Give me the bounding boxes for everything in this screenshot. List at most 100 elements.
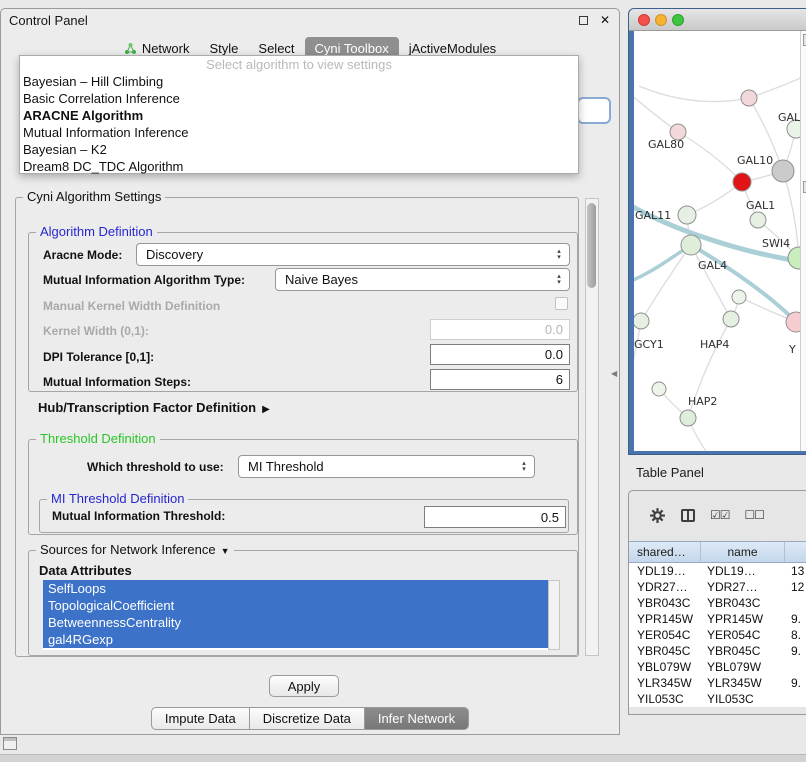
zoom-traffic-light[interactable] bbox=[672, 14, 684, 26]
network-scrollbar[interactable] bbox=[800, 31, 806, 451]
node-label: GAL1 bbox=[746, 199, 775, 212]
cyni-bottom-tabbar: Impute Data Discretize Data Infer Networ… bbox=[1, 707, 619, 730]
table-row[interactable]: YDR27…YDR27…12 bbox=[629, 579, 806, 595]
cell: YBR043C bbox=[701, 595, 785, 611]
minimize-traffic-light[interactable] bbox=[655, 14, 667, 26]
cyni-settings-group: Cyni Algorithm Settings Algorithm Defini… bbox=[15, 197, 579, 657]
tab-impute-data[interactable]: Impute Data bbox=[151, 707, 250, 730]
status-strip bbox=[0, 754, 806, 762]
node-label: GAL10 bbox=[737, 154, 773, 167]
cell: YBR045C bbox=[629, 643, 701, 659]
table-row[interactable]: YBR045CYBR045C9. bbox=[629, 643, 806, 659]
network-node-red[interactable] bbox=[733, 173, 751, 191]
columns-icon[interactable] bbox=[681, 509, 695, 522]
attribute-item-selected[interactable]: SelfLoops bbox=[43, 580, 548, 597]
panel-collapse-arrow-icon[interactable]: ◀ bbox=[611, 369, 617, 378]
network-node-gcy1[interactable] bbox=[634, 313, 649, 329]
attribute-item-selected[interactable]: gal4RGexp bbox=[43, 631, 548, 648]
network-node[interactable] bbox=[652, 382, 666, 396]
tab-label: Cyni Toolbox bbox=[315, 41, 389, 56]
network-node-hap4[interactable] bbox=[723, 311, 739, 327]
attributes-list-scrollbar[interactable] bbox=[548, 580, 560, 650]
cell: YIL053C bbox=[701, 691, 785, 707]
hub-tf-section-toggle[interactable]: Hub/Transcription Factor Definition▶ bbox=[38, 400, 270, 415]
sources-title: Sources for Network Inference bbox=[40, 542, 216, 557]
manual-kernel-checkbox[interactable] bbox=[555, 297, 568, 310]
cell: 9. bbox=[785, 611, 806, 627]
float-window-icon[interactable] bbox=[579, 16, 588, 25]
field-value: 6 bbox=[556, 372, 563, 387]
network-canvas[interactable]: GAL GAL80 GAL10 GAL11 GAL1 GAL4 SWI4 GCY… bbox=[634, 31, 806, 451]
column-header-shared-name[interactable]: shared… bbox=[629, 542, 701, 562]
cell: YDL19… bbox=[701, 563, 785, 579]
sources-section-toggle[interactable]: Sources for Network Inference▼ bbox=[36, 542, 234, 557]
dropdown-option[interactable]: Bayesian – Hill Climbing bbox=[20, 73, 578, 90]
tab-discretize-data[interactable]: Discretize Data bbox=[249, 707, 365, 730]
scrollbar-thumb[interactable] bbox=[587, 203, 596, 288]
cell: YIL053C bbox=[629, 691, 701, 707]
dropdown-option[interactable]: Bayesian – K2 bbox=[20, 141, 578, 158]
cell: YDL19… bbox=[629, 563, 701, 579]
kernel-width-field: 0.0 bbox=[430, 319, 570, 340]
algorithm-combobox-fragment[interactable] bbox=[577, 97, 611, 124]
table-row[interactable]: YBR043CYBR043C bbox=[629, 595, 806, 611]
mi-threshold-group: MI Threshold Definition Mutual Informati… bbox=[39, 499, 569, 533]
cell: YBL079W bbox=[629, 659, 701, 675]
cell: 13 bbox=[785, 563, 806, 579]
dropdown-option[interactable]: Mutual Information Inference bbox=[20, 124, 578, 141]
apply-button[interactable]: Apply bbox=[269, 675, 339, 697]
aracne-mode-combobox[interactable]: Discovery ▴▾ bbox=[136, 243, 570, 266]
algorithm-dropdown-popup: Select algorithm to view settings Bayesi… bbox=[19, 55, 579, 174]
close-icon[interactable]: ✕ bbox=[600, 13, 610, 27]
close-traffic-light[interactable] bbox=[638, 14, 650, 26]
attribute-item-selected[interactable]: BetweennessCentrality bbox=[43, 614, 548, 631]
mi-steps-label: Mutual Information Steps: bbox=[43, 375, 191, 389]
dropdown-option[interactable]: Dream8 DC_TDC Algorithm bbox=[20, 158, 578, 175]
tab-label: Network bbox=[142, 41, 190, 56]
which-threshold-combobox[interactable]: MI Threshold ▴▾ bbox=[238, 455, 535, 478]
table-row[interactable]: YDL19…YDL19…13 bbox=[629, 563, 806, 579]
network-node-hap2[interactable] bbox=[680, 410, 696, 426]
kernel-width-label: Kernel Width (0,1): bbox=[43, 324, 149, 338]
cell: YDR27… bbox=[701, 579, 785, 595]
table-panel-label: Table Panel bbox=[636, 465, 704, 480]
network-view-window: GAL GAL80 GAL10 GAL11 GAL1 GAL4 SWI4 GCY… bbox=[628, 8, 806, 455]
network-node[interactable] bbox=[741, 90, 757, 106]
network-node-gal11[interactable] bbox=[678, 206, 696, 224]
desktop: Control Panel ✕ Network Style Select Cyn… bbox=[0, 0, 806, 762]
table-row[interactable]: YER054CYER054C8. bbox=[629, 627, 806, 643]
combobox-value: Discovery bbox=[137, 247, 552, 262]
network-node[interactable] bbox=[732, 290, 746, 304]
dropdown-option[interactable]: Basic Correlation Inference bbox=[20, 90, 578, 107]
attribute-item-selected[interactable]: TopologicalCoefficient bbox=[43, 597, 548, 614]
network-node-gal4[interactable] bbox=[681, 235, 701, 255]
table-row[interactable]: YIL053CYIL053C bbox=[629, 691, 806, 707]
deselect-all-checkboxes-icon[interactable]: ☐☐ bbox=[745, 508, 765, 522]
manual-kernel-label: Manual Kernel Width Definition bbox=[43, 299, 220, 313]
cell: 12 bbox=[785, 579, 806, 595]
mi-type-combobox[interactable]: Naive Bayes ▴▾ bbox=[275, 268, 570, 291]
threshold-definition-group: Threshold Definition Which threshold to … bbox=[28, 439, 578, 535]
select-all-checkboxes-icon[interactable]: ☑☑ bbox=[710, 508, 730, 522]
tab-infer-network[interactable]: Infer Network bbox=[364, 707, 469, 730]
cell: YBL079W bbox=[701, 659, 785, 675]
table-row[interactable]: YLR345WYLR345W9. bbox=[629, 675, 806, 691]
settings-scrollbar[interactable] bbox=[585, 198, 599, 656]
dpi-tolerance-field[interactable]: 0.0 bbox=[430, 344, 570, 365]
node-label: GAL80 bbox=[648, 138, 684, 151]
mi-threshold-field[interactable]: 0.5 bbox=[424, 506, 566, 528]
table-row[interactable]: YBL079WYBL079W bbox=[629, 659, 806, 675]
network-node-gal10[interactable] bbox=[772, 160, 794, 182]
hub-tf-label: Hub/Transcription Factor Definition bbox=[38, 400, 256, 415]
minimized-panel-icon[interactable] bbox=[3, 737, 17, 750]
cell: YLR345W bbox=[701, 675, 785, 691]
algorithm-definition-group: Algorithm Definition Aracne Mode: Discov… bbox=[28, 232, 578, 392]
network-node-gal1[interactable] bbox=[750, 212, 766, 228]
mi-steps-field[interactable]: 6 bbox=[430, 369, 570, 390]
column-header-extra[interactable] bbox=[785, 542, 806, 562]
gear-icon[interactable] bbox=[649, 507, 666, 524]
node-label: GAL11 bbox=[635, 209, 671, 222]
column-header-name[interactable]: name bbox=[701, 542, 785, 562]
table-row[interactable]: YPR145WYPR145W9. bbox=[629, 611, 806, 627]
dropdown-option-selected[interactable]: ARACNE Algorithm bbox=[20, 107, 578, 124]
